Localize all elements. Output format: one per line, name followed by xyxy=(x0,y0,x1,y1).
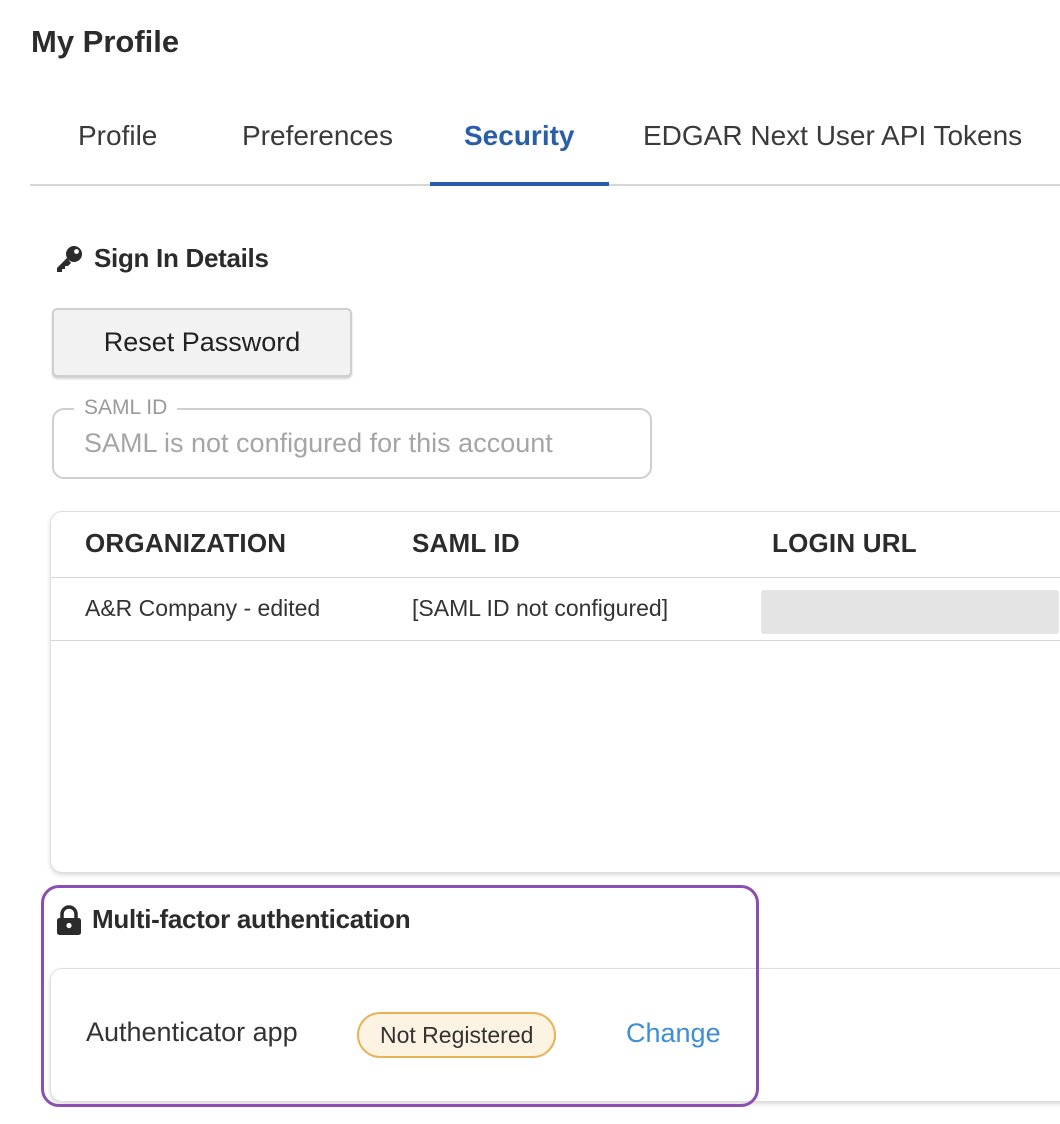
saml-id-field: SAML ID xyxy=(52,396,652,479)
row-divider xyxy=(51,640,1060,641)
saml-id-input[interactable] xyxy=(84,428,644,459)
tab-bar: Profile Preferences Security EDGAR Next … xyxy=(30,100,1060,186)
cell-saml-id: [SAML ID not configured] xyxy=(412,595,669,621)
organization-table: ORGANIZATION SAML ID LOGIN URL A&R Compa… xyxy=(50,511,1060,873)
column-header-saml-id: SAML ID xyxy=(412,528,520,558)
section-title: Multi-factor authentication xyxy=(92,904,411,934)
cell-organization: A&R Company - edited xyxy=(85,595,321,621)
header-divider xyxy=(51,577,1060,578)
column-header-login-url: LOGIN URL xyxy=(772,528,917,558)
tab-security[interactable]: Security xyxy=(430,100,608,186)
tab-edgar-api-tokens[interactable]: EDGAR Next User API Tokens xyxy=(643,100,1022,184)
lock-icon xyxy=(56,904,82,935)
reset-password-button[interactable]: Reset Password xyxy=(52,308,352,377)
authenticator-app-label: Authenticator app xyxy=(86,1017,298,1047)
mfa-card: Authenticator app Not Registered Change xyxy=(50,968,1060,1102)
tab-profile[interactable]: Profile xyxy=(78,100,157,184)
saml-id-label: SAML ID xyxy=(74,396,178,420)
page-title: My Profile xyxy=(31,24,180,59)
mfa-heading: Multi-factor authentication xyxy=(56,904,411,935)
column-header-organization: ORGANIZATION xyxy=(85,528,287,558)
cell-login-url xyxy=(761,590,1059,634)
status-badge: Not Registered xyxy=(357,1012,557,1058)
tab-preferences[interactable]: Preferences xyxy=(242,100,393,184)
key-icon xyxy=(54,244,84,274)
section-title: Sign In Details xyxy=(94,243,269,273)
change-link[interactable]: Change xyxy=(626,1018,721,1049)
sign-in-details-heading: Sign In Details xyxy=(54,243,269,274)
